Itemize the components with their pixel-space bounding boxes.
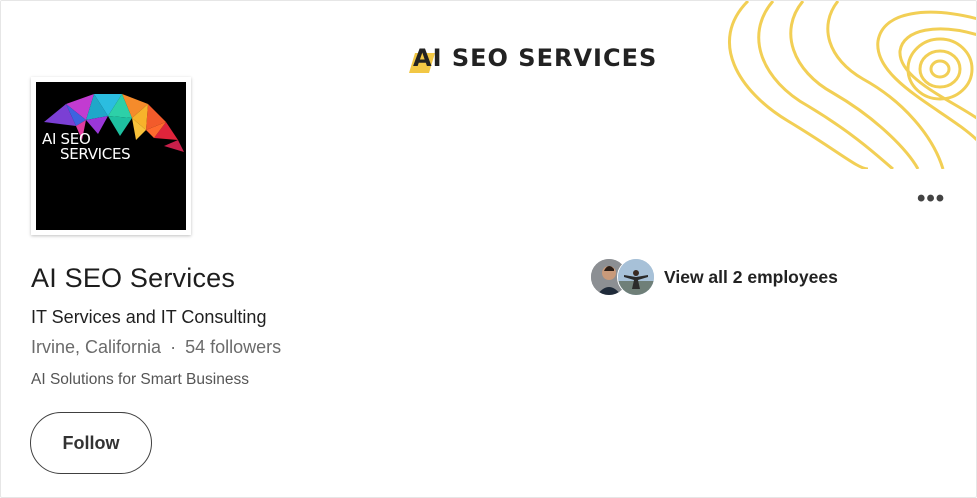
company-meta: Irvine, California · 54 followers — [31, 337, 281, 358]
meta-separator: · — [170, 337, 177, 357]
more-options-icon[interactable]: ••• — [917, 187, 945, 211]
view-employees-link[interactable]: View all 2 employees — [590, 258, 838, 296]
company-tagline: AI Solutions for Smart Business — [31, 371, 249, 388]
topographic-pattern-icon — [728, 1, 976, 169]
company-followers[interactable]: 54 followers — [185, 337, 281, 357]
cover-logo: AI SEO SERVICES — [409, 41, 657, 75]
follow-button[interactable]: Follow — [30, 412, 152, 474]
company-logo-image: AI SEO SERVICES — [36, 82, 186, 230]
company-location: Irvine, California — [31, 337, 162, 357]
person-avatar-icon — [618, 259, 654, 295]
view-employees-label: View all 2 employees — [664, 266, 838, 287]
company-card: AI SEO SERVICES AI SEO SERVICES ••• AI S… — [0, 0, 977, 498]
company-industry: IT Services and IT Consulting — [31, 307, 267, 327]
cover-logo-text: AI SEO SERVICES — [413, 44, 658, 72]
employee-avatar — [617, 258, 655, 296]
company-logo[interactable]: AI SEO SERVICES — [31, 77, 191, 235]
company-name: AI SEO Services — [31, 263, 236, 293]
employee-avatars — [590, 258, 656, 296]
logo-text-line2: SERVICES — [60, 145, 131, 163]
